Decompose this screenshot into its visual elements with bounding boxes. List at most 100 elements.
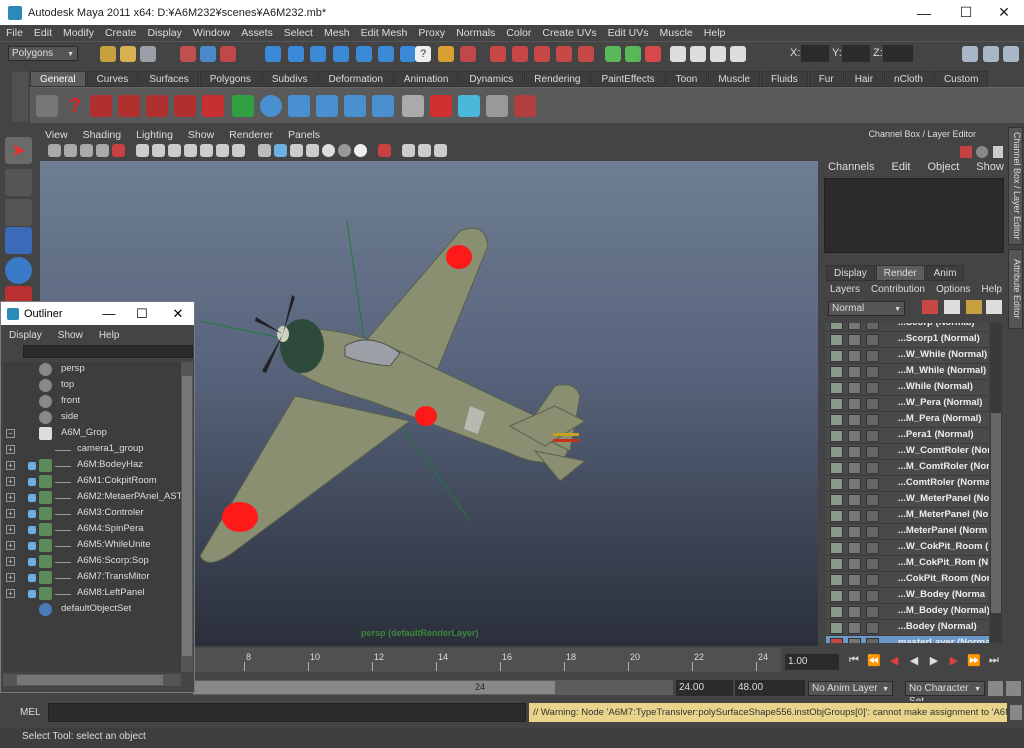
- render-settings-icon[interactable]: [866, 366, 879, 378]
- outliner-menu-show[interactable]: Show: [58, 330, 83, 341]
- outliner-item[interactable]: + A6M:BodeyHaz: [3, 458, 181, 474]
- dynamics-icon-3[interactable]: [146, 95, 168, 117]
- render-layer-row[interactable]: ...Pera1 (Normal): [826, 428, 989, 444]
- visibility-icon[interactable]: [28, 462, 36, 470]
- channel-box-menu-channels[interactable]: Channels: [828, 161, 874, 173]
- menu-color[interactable]: Color: [506, 27, 531, 39]
- paint-icon[interactable]: [202, 95, 224, 117]
- recycle-toggle-icon[interactable]: [848, 526, 861, 538]
- camera-attributes-icon[interactable]: [64, 144, 77, 157]
- wireframe-icon[interactable]: [258, 144, 271, 157]
- renderable-toggle-icon[interactable]: [830, 414, 843, 426]
- recycle-toggle-icon[interactable]: [848, 462, 861, 474]
- lasso-tool-icon[interactable]: [5, 169, 32, 196]
- render-settings-icon[interactable]: [866, 606, 879, 618]
- render-current-frame-icon[interactable]: [690, 46, 706, 62]
- layer-menu-layers[interactable]: Layers: [830, 284, 860, 295]
- layer-list-scrollbar[interactable]: [990, 323, 1002, 643]
- gate-mask-icon[interactable]: [184, 144, 197, 157]
- recycle-toggle-icon[interactable]: [848, 414, 861, 426]
- channel-box-icon[interactable]: [960, 146, 972, 158]
- render-settings-icon[interactable]: [866, 558, 879, 570]
- renderable-toggle-icon[interactable]: [830, 462, 843, 474]
- recycle-toggle-icon[interactable]: [848, 334, 861, 346]
- shelf-tab-muscle[interactable]: Muscle: [708, 71, 761, 87]
- render-layer-row[interactable]: ...M_Bodey (Normal): [826, 604, 989, 620]
- outliner-item[interactable]: + A6M3:Controler: [3, 506, 181, 522]
- recycle-toggle-icon[interactable]: [848, 606, 861, 618]
- safe-action-icon[interactable]: [216, 144, 229, 157]
- renderable-toggle-icon[interactable]: [830, 334, 843, 346]
- render-settings-icon[interactable]: [730, 46, 746, 62]
- hierarchy-icon-4[interactable]: [372, 95, 394, 117]
- outliner-item[interactable]: + A6M6:Scorp:Sop: [3, 554, 181, 570]
- surface-mask-icon[interactable]: [333, 46, 349, 62]
- shelf-tab-surfaces[interactable]: Surfaces: [139, 71, 199, 87]
- renderable-toggle-icon[interactable]: [830, 350, 843, 362]
- attribute-editor-side-tab[interactable]: Attribute Editor: [1008, 249, 1023, 329]
- render-view-icon[interactable]: [670, 46, 686, 62]
- renderable-toggle-icon[interactable]: [830, 638, 843, 643]
- menu-mesh[interactable]: Mesh: [324, 27, 350, 39]
- renderable-toggle-icon[interactable]: [830, 558, 843, 570]
- channel-box-menu-edit[interactable]: Edit: [891, 161, 910, 173]
- expand-toggle-icon[interactable]: +: [6, 557, 15, 566]
- outliner-item[interactable]: persp: [3, 362, 181, 378]
- playback-start-field[interactable]: 24.00: [676, 680, 733, 696]
- shelf-tab-painteffects[interactable]: PaintEffects: [591, 71, 665, 87]
- playback-end-field[interactable]: 48.00: [735, 680, 805, 696]
- visibility-icon[interactable]: [28, 542, 36, 550]
- recycle-toggle-icon[interactable]: [848, 478, 861, 490]
- boxes-icon[interactable]: [486, 95, 508, 117]
- layer-tab-render[interactable]: Render: [875, 265, 925, 281]
- renderable-toggle-icon[interactable]: [830, 398, 843, 410]
- panel-menu-show[interactable]: Show: [188, 129, 214, 141]
- renderable-toggle-icon[interactable]: [830, 366, 843, 378]
- shelf-tab-deformation[interactable]: Deformation: [318, 71, 393, 87]
- new-layer-from-selected-icon[interactable]: [944, 300, 960, 314]
- snap-grid-icon[interactable]: [490, 46, 506, 62]
- new-layer-icon[interactable]: [922, 300, 938, 314]
- outliner-minimize-button[interactable]: —: [94, 302, 124, 325]
- step-forward-icon[interactable]: ⏩: [966, 654, 982, 670]
- hierarchy-icon-1[interactable]: [288, 95, 310, 117]
- render-layer-row[interactable]: ...Bodey (Normal): [826, 620, 989, 636]
- render-layer-row[interactable]: ...M_While (Normal): [826, 364, 989, 380]
- sphere-icon[interactable]: [260, 95, 282, 117]
- render-settings-icon[interactable]: [866, 462, 879, 474]
- recycle-toggle-icon[interactable]: [848, 323, 861, 330]
- outliner-item[interactable]: defaultObjectSet: [3, 602, 181, 618]
- menu-edit-uvs[interactable]: Edit UVs: [608, 27, 649, 39]
- shelf-options-handle[interactable]: [12, 72, 28, 122]
- play-backward-icon[interactable]: ◀: [906, 654, 922, 670]
- shelf-tab-subdivs[interactable]: Subdivs: [261, 71, 318, 87]
- outliner-filter-input[interactable]: [23, 345, 193, 358]
- renderable-toggle-icon[interactable]: [830, 430, 843, 442]
- shelf-tab-custom[interactable]: Custom: [933, 71, 989, 87]
- shelf-tab-dynamics[interactable]: Dynamics: [459, 71, 524, 87]
- wireframe-on-shaded-icon[interactable]: [290, 144, 303, 157]
- render-settings-layer-icon[interactable]: [966, 300, 982, 314]
- expand-toggle-icon[interactable]: +: [6, 461, 15, 470]
- channel-box-toggle-icon[interactable]: [1003, 46, 1019, 62]
- new-scene-icon[interactable]: [100, 46, 116, 62]
- render-layer-row[interactable]: ...W_Pera (Normal): [826, 396, 989, 412]
- marker-mask-icon[interactable]: [400, 46, 416, 62]
- xray-joints-icon[interactable]: [418, 144, 431, 157]
- layer-tab-anim[interactable]: Anim: [925, 265, 965, 281]
- render-layer-row[interactable]: ...CokPit_Room (Nor: [826, 572, 989, 588]
- render-settings-icon[interactable]: [866, 590, 879, 602]
- render-settings-icon[interactable]: [866, 510, 879, 522]
- xray-active-icon[interactable]: [434, 144, 447, 157]
- field-chart-icon[interactable]: [200, 144, 213, 157]
- render-layer-row[interactable]: ...W_Bodey (Norma: [826, 588, 989, 604]
- render-layer-row[interactable]: ...W_MeterPanel (No: [826, 492, 989, 508]
- channel-box-settings-icon[interactable]: [993, 146, 1003, 158]
- recycle-toggle-icon[interactable]: [848, 510, 861, 522]
- film-gate-icon[interactable]: [152, 144, 165, 157]
- isolate-select-icon[interactable]: [402, 144, 415, 157]
- outliner-maximize-button[interactable]: ☐: [127, 302, 157, 325]
- recycle-toggle-icon[interactable]: [848, 622, 861, 634]
- outliner-item[interactable]: + A6M7:TransMitor: [3, 570, 181, 586]
- menu-proxy[interactable]: Proxy: [418, 27, 445, 39]
